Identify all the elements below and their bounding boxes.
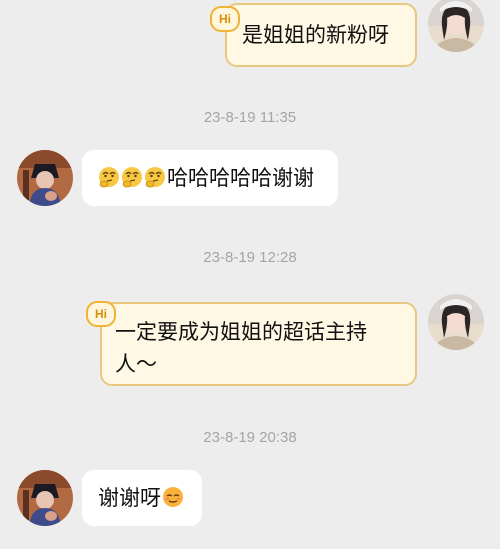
incoming-message-bubble[interactable]: 谢谢呀 [82, 470, 202, 526]
hi-badge-icon: Hi [210, 6, 240, 32]
emoji-thinking-face-icon [98, 166, 120, 188]
outgoing-message-bubble[interactable]: 是姐姐的新粉呀 [225, 3, 417, 67]
hi-badge-icon: Hi [86, 301, 116, 327]
message-text-line: 一定要成为姐姐的超话主持 [115, 320, 367, 344]
chat-conversation: 是姐姐的新粉呀 Hi 23-8-19 11:35 哈哈哈哈哈谢谢 23-8-19… [0, 0, 500, 549]
sender-avatar[interactable] [428, 0, 484, 52]
message-timestamp: 23-8-19 20:38 [203, 429, 297, 446]
message-text: 是姐姐的新粉呀 [242, 23, 389, 47]
emoji-sweat-smile-icon [162, 486, 184, 508]
message-timestamp: 23-8-19 12:28 [203, 249, 297, 266]
message-text: 谢谢呀 [98, 486, 161, 510]
emoji-thinking-face-icon [144, 166, 166, 188]
incoming-message-bubble[interactable]: 哈哈哈哈哈谢谢 [82, 150, 338, 206]
emoji-thinking-face-icon [121, 166, 143, 188]
sender-avatar[interactable] [428, 294, 484, 350]
message-timestamp: 23-8-19 11:35 [203, 109, 297, 126]
contact-avatar[interactable] [17, 150, 73, 206]
message-text: 哈哈哈哈哈谢谢 [167, 166, 314, 190]
contact-avatar[interactable] [17, 470, 73, 526]
message-text-line: 人～ [115, 352, 157, 376]
outgoing-message-bubble[interactable]: 一定要成为姐姐的超话主持 人～ [100, 302, 417, 386]
